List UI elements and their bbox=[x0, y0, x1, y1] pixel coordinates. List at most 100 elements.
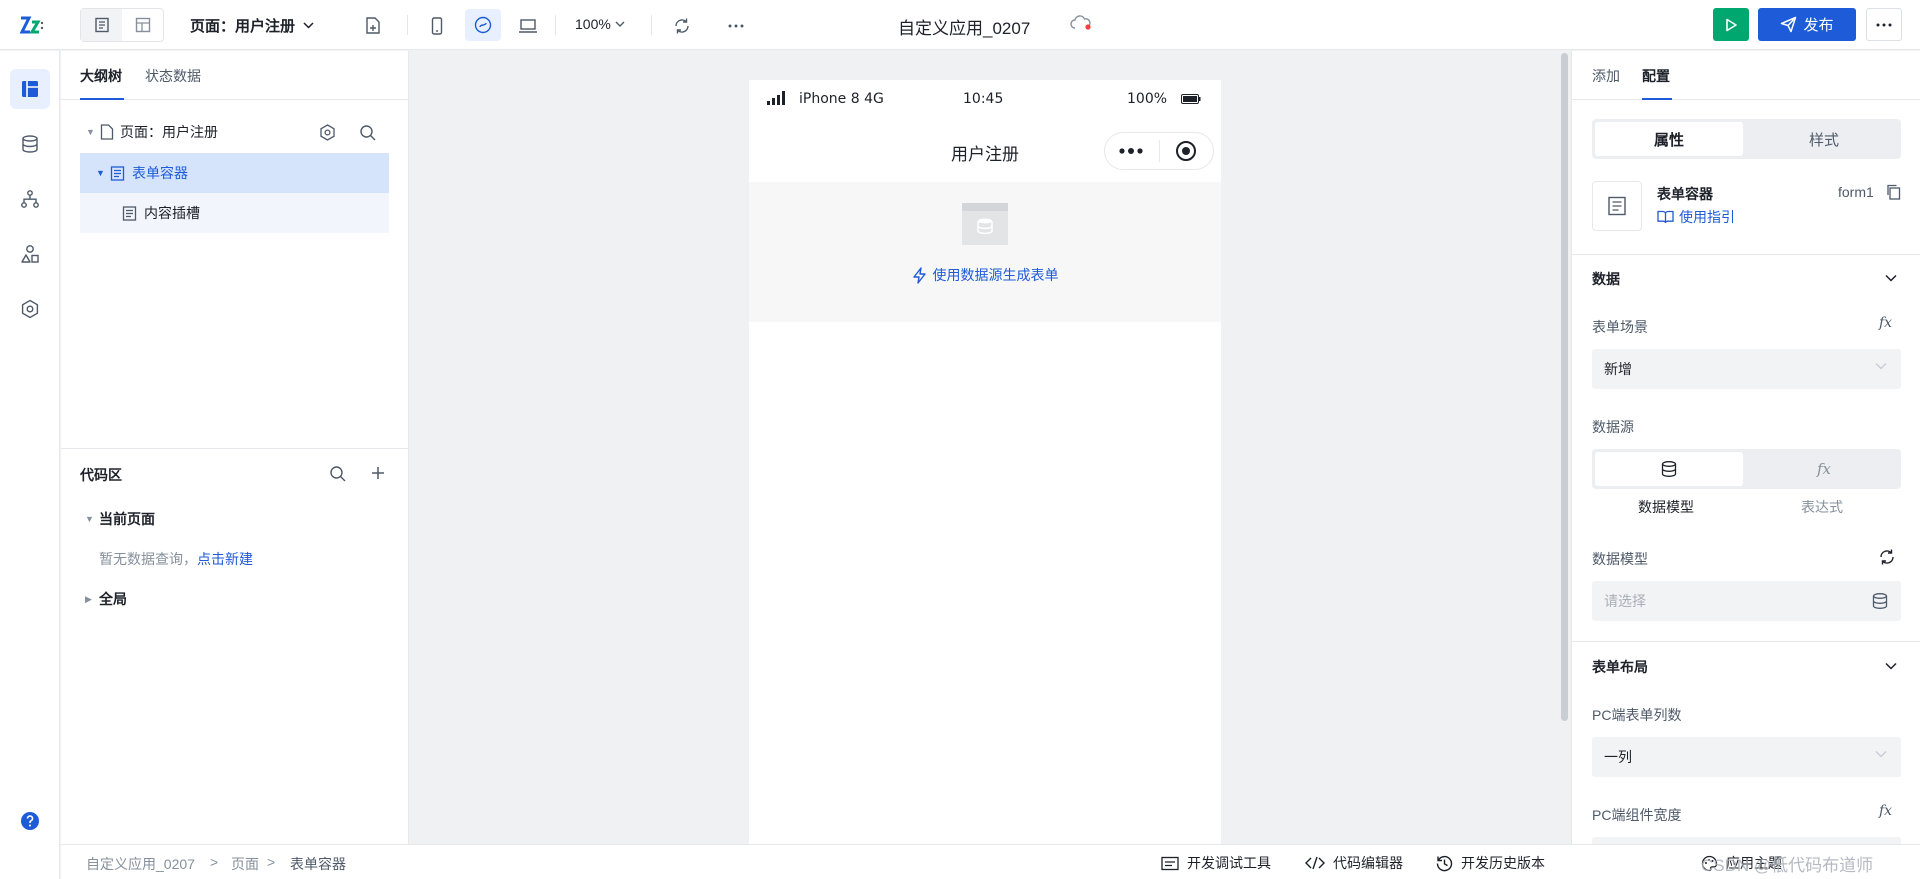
tab-indicator bbox=[1642, 98, 1672, 100]
chevron-down-icon[interactable] bbox=[1885, 274, 1897, 282]
view-switch bbox=[80, 8, 164, 42]
code-current-page[interactable]: ▼ 当前页面 bbox=[85, 509, 155, 529]
database-icon bbox=[1872, 593, 1888, 609]
layout-section-title[interactable]: 表单布局 bbox=[1592, 657, 1648, 677]
run-preview-button[interactable] bbox=[1713, 8, 1749, 41]
breadcrumb-component[interactable]: 表单容器 bbox=[290, 854, 346, 874]
phone-preview: iPhone 8 4G 10:45 100% 用户注册 使用数据源生成表单 bbox=[749, 80, 1221, 844]
code-editor-label: 代码编辑器 bbox=[1333, 855, 1403, 871]
tree-node-label: 内容插槽 bbox=[144, 205, 200, 221]
slot-icon bbox=[122, 205, 137, 221]
more-tools-icon[interactable] bbox=[719, 12, 753, 40]
fx-toggle-icon[interactable]: fx bbox=[1879, 315, 1892, 331]
form-icon bbox=[110, 165, 125, 181]
database-icon bbox=[1661, 461, 1677, 477]
tab-indicator bbox=[80, 98, 124, 100]
page-settings-icon[interactable] bbox=[319, 123, 336, 141]
code-global[interactable]: ▶ 全局 bbox=[85, 589, 127, 609]
datasource-expression-option[interactable]: fx bbox=[1750, 452, 1898, 486]
chevron-down-icon bbox=[615, 21, 625, 27]
data-model-select[interactable]: 请选择 bbox=[1592, 581, 1901, 621]
add-icon[interactable] bbox=[371, 466, 385, 480]
pc-width-label: PC端组件宽度 bbox=[1592, 807, 1682, 823]
refresh-icon[interactable] bbox=[665, 12, 699, 40]
datasource-expression-label: 表达式 bbox=[1801, 499, 1843, 515]
add-page-icon[interactable] bbox=[356, 12, 390, 40]
miniprogram-capsule[interactable] bbox=[1104, 132, 1214, 170]
copy-icon[interactable] bbox=[1886, 184, 1901, 200]
zoom-select[interactable]: 100% bbox=[575, 16, 625, 32]
data-section-title[interactable]: 数据 bbox=[1592, 269, 1620, 289]
tree-node-form-container[interactable]: ▼ 表单容器 bbox=[80, 153, 389, 193]
capsule-close-icon[interactable] bbox=[1175, 140, 1197, 162]
chevron-down-icon bbox=[303, 22, 314, 29]
create-query-link[interactable]: 点击新建 bbox=[197, 551, 253, 567]
ellipsis-icon bbox=[1876, 23, 1892, 26]
tree-node-label: 表单容器 bbox=[132, 165, 188, 181]
page-selector[interactable]: 页面：用户注册 bbox=[190, 15, 314, 36]
publish-button[interactable]: 发布 bbox=[1758, 8, 1856, 41]
breadcrumb-app[interactable]: 自定义应用_0207 bbox=[86, 854, 195, 874]
search-icon[interactable] bbox=[359, 124, 376, 141]
rail-settings-icon[interactable] bbox=[10, 289, 50, 329]
left-rail bbox=[0, 51, 60, 879]
history-icon bbox=[1436, 855, 1453, 871]
rail-components-icon[interactable] bbox=[10, 234, 50, 274]
breadcrumb-page[interactable]: 页面 bbox=[231, 854, 259, 874]
chevron-down-icon[interactable] bbox=[1885, 662, 1897, 670]
history-version-label: 开发历史版本 bbox=[1461, 855, 1545, 871]
refresh-icon[interactable] bbox=[1878, 548, 1896, 566]
signal-icon bbox=[767, 91, 785, 105]
data-model-label: 数据模型 bbox=[1592, 551, 1648, 567]
segment-styles[interactable]: 样式 bbox=[1750, 122, 1898, 156]
capsule-menu-icon[interactable] bbox=[1119, 148, 1143, 154]
tab-config[interactable]: 配置 bbox=[1642, 66, 1670, 86]
tab-state-data[interactable]: 状态数据 bbox=[145, 66, 201, 86]
layout-view-icon[interactable] bbox=[122, 9, 163, 41]
fx-toggle-icon[interactable]: fx bbox=[1879, 803, 1892, 819]
dev-debug-tool[interactable]: 开发调试工具 bbox=[1161, 853, 1271, 873]
form-container-placeholder[interactable]: 使用数据源生成表单 bbox=[749, 182, 1221, 322]
rail-flow-icon[interactable] bbox=[10, 179, 50, 219]
page-selector-label: 页面：用户注册 bbox=[190, 18, 296, 35]
canvas-scrollbar[interactable] bbox=[1561, 53, 1568, 721]
desktop-device-icon[interactable] bbox=[511, 12, 545, 40]
usage-guide-label: 使用指引 bbox=[1679, 209, 1735, 225]
form-icon bbox=[1608, 196, 1626, 216]
app-title: 自定义应用_0207 bbox=[898, 19, 1031, 38]
component-id: form1 bbox=[1838, 184, 1874, 200]
config-panel: 添加 配置 属性 样式 表单容器 使用指引 form1 数据 表单场景 fx 新… bbox=[1571, 51, 1920, 844]
history-version-tool[interactable]: 开发历史版本 bbox=[1436, 853, 1545, 873]
breadcrumb-separator: > bbox=[267, 854, 276, 870]
generate-form-link[interactable]: 使用数据源生成表单 bbox=[749, 265, 1221, 285]
mobile-device-icon[interactable] bbox=[420, 12, 454, 40]
property-style-switch: 属性 样式 bbox=[1592, 119, 1901, 159]
pc-width-select[interactable] bbox=[1592, 837, 1901, 844]
datasource-model-option[interactable] bbox=[1595, 452, 1743, 486]
tab-add[interactable]: 添加 bbox=[1592, 66, 1620, 86]
code-editor-tool[interactable]: 代码编辑器 bbox=[1305, 853, 1403, 873]
usage-guide-link[interactable]: 使用指引 bbox=[1657, 207, 1735, 227]
cloud-sync-icon[interactable] bbox=[1070, 15, 1092, 31]
outline-view-icon[interactable] bbox=[81, 9, 122, 41]
help-icon[interactable] bbox=[10, 801, 50, 841]
rail-outline-icon[interactable] bbox=[10, 69, 50, 109]
pc-columns-select[interactable]: 一列 bbox=[1592, 737, 1901, 777]
more-menu-button[interactable] bbox=[1866, 8, 1902, 41]
pc-columns-value: 一列 bbox=[1604, 749, 1632, 765]
component-name: 表单容器 bbox=[1657, 186, 1713, 202]
tab-outline-tree[interactable]: 大纲树 bbox=[80, 66, 122, 86]
app-logo[interactable] bbox=[18, 14, 44, 36]
segment-properties[interactable]: 属性 bbox=[1595, 122, 1743, 156]
datasource-label: 数据源 bbox=[1592, 419, 1634, 435]
global-label: 全局 bbox=[99, 591, 127, 607]
dev-debug-label: 开发调试工具 bbox=[1187, 855, 1271, 871]
empty-query-label: 暂无数据查询， bbox=[99, 551, 197, 567]
rail-database-icon[interactable] bbox=[10, 124, 50, 164]
tree-node-content-slot[interactable]: 内容插槽 bbox=[80, 193, 389, 233]
search-icon[interactable] bbox=[329, 465, 346, 482]
form-scene-select[interactable]: 新增 bbox=[1592, 349, 1901, 389]
section-divider bbox=[61, 448, 409, 449]
miniprogram-device-icon[interactable] bbox=[465, 9, 501, 41]
tree-node-page[interactable]: ▼ 页面：用户注册 bbox=[80, 112, 389, 152]
